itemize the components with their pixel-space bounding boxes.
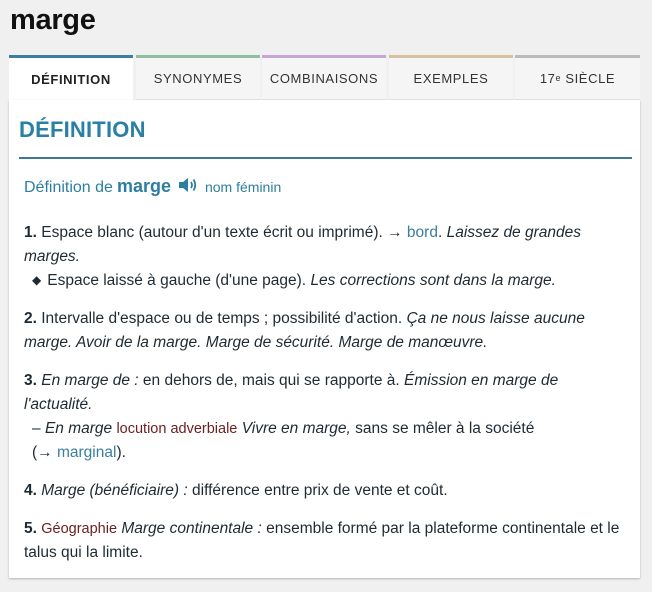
sub-definition: ◆ Espace laissé à gauche (d'une page). Le… bbox=[24, 269, 624, 293]
page-title: marge bbox=[10, 4, 96, 36]
section-divider bbox=[19, 157, 632, 159]
definition-number: 3. bbox=[24, 372, 37, 389]
definition-text: Espace blanc (autour d'un texte écrit ou… bbox=[41, 224, 383, 241]
tab-17e-siecle[interactable]: 17 e SIÈCLE bbox=[515, 55, 640, 100]
punctuation: . bbox=[437, 224, 443, 241]
definition-4: 4. Marge (bénéficiaire) : différence ent… bbox=[24, 479, 624, 503]
definition-word: marge bbox=[116, 176, 171, 196]
tab-synonymes[interactable]: SYNONYMES bbox=[136, 55, 260, 100]
expression-head: En marge de : bbox=[41, 372, 139, 389]
tab-17e-siecle-number: 17 bbox=[539, 71, 556, 86]
sub-definition: – En marge locution adverbiale Vivre en … bbox=[24, 417, 624, 465]
definition-prefix: Définition de bbox=[24, 179, 113, 196]
sub-definition-text: sans se mêler à la société bbox=[355, 420, 535, 437]
tab-combinaisons[interactable]: COMBINAISONS bbox=[262, 55, 386, 100]
definition-number: 1. bbox=[24, 224, 37, 241]
definition-header: Définition de marge nom féminin bbox=[24, 174, 281, 197]
tab-definition[interactable]: DÉFINITION bbox=[9, 55, 133, 101]
tab-17e-siecle-rest: SIÈCLE bbox=[561, 71, 616, 86]
link-marginal[interactable]: marginal bbox=[57, 444, 116, 461]
definition-5: 5. Géographie Marge continentale : ensem… bbox=[24, 517, 624, 565]
definition-text: Intervalle d'espace ou de temps ; possib… bbox=[41, 310, 403, 327]
example-text: Vivre en marge, bbox=[241, 420, 351, 437]
tab-exemples[interactable]: EXEMPLES bbox=[389, 55, 513, 100]
diamond-bullet-icon: ◆ bbox=[32, 273, 42, 287]
definition-panel: DÉFINITION Définition de marge nom fémin… bbox=[9, 100, 640, 578]
link-bord[interactable]: bord bbox=[407, 224, 438, 241]
paren-close: ). bbox=[116, 444, 126, 461]
domain-tag: Géographie bbox=[41, 521, 118, 537]
expression-head: En marge bbox=[44, 420, 113, 437]
expression-head: Marge (bénéficiaire) : bbox=[41, 482, 188, 499]
definition-2: 2. Intervalle d'espace ou de temps ; pos… bbox=[24, 307, 624, 355]
expression-head: Marge continentale : bbox=[121, 520, 262, 537]
section-title: DÉFINITION bbox=[19, 117, 146, 142]
sub-definition-text: Espace laissé à gauche (d'une page). bbox=[47, 272, 307, 289]
paren-open: (→ bbox=[32, 444, 53, 461]
arrow-icon: → bbox=[387, 224, 403, 241]
speaker-icon[interactable] bbox=[177, 176, 199, 199]
definitions-list: 1. Espace blanc (autour d'un texte écrit… bbox=[24, 221, 624, 579]
definition-text: différence entre prix de vente et coût. bbox=[192, 482, 448, 499]
definition-number: 2. bbox=[24, 310, 37, 327]
dash: – bbox=[32, 420, 41, 437]
grammatical-category: nom féminin bbox=[204, 179, 282, 195]
definition-number: 5. bbox=[24, 520, 37, 537]
grammatical-tag: locution adverbiale bbox=[116, 421, 238, 437]
definition-1: 1. Espace blanc (autour d'un texte écrit… bbox=[24, 221, 624, 293]
tab-17e-siecle-sup: e bbox=[555, 72, 562, 83]
definition-3: 3. En marge de : en dehors de, mais qui … bbox=[24, 369, 624, 465]
sub-example-text: Les corrections sont dans la marge. bbox=[310, 272, 556, 289]
tab-bar: DÉFINITION SYNONYMES COMBINAISONS EXEMPL… bbox=[9, 55, 640, 101]
definition-text: en dehors de, mais qui se rapporte à. bbox=[142, 372, 400, 389]
definition-number: 4. bbox=[24, 482, 37, 499]
